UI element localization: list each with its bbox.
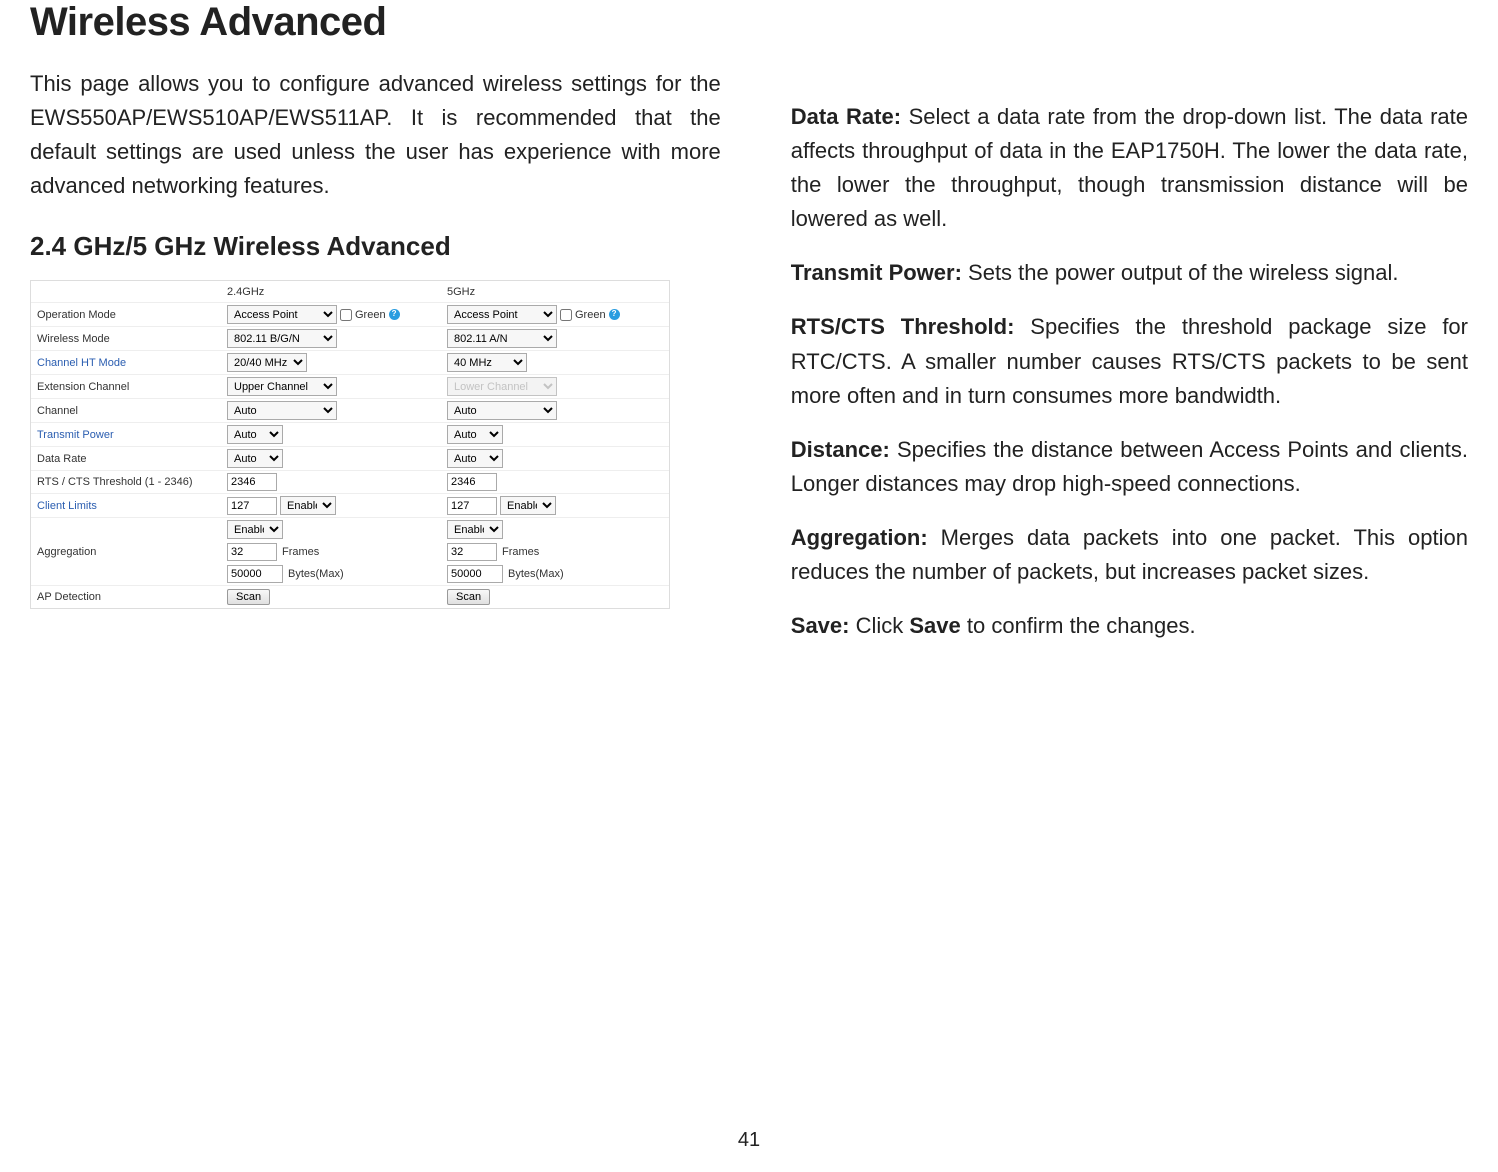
label-operation-mode: Operation Mode (31, 309, 227, 321)
info-icon[interactable] (609, 309, 620, 320)
rts-paragraph: RTS/CTS Threshold: Specifies the thresho… (791, 310, 1468, 412)
agg-frames-5-input[interactable] (447, 543, 497, 561)
row-transmit-power: Transmit Power Auto Auto (31, 423, 669, 447)
bytes-label: Bytes(Max) (508, 568, 564, 580)
channel-5-select[interactable]: Auto (447, 401, 557, 420)
save-paragraph: Save: Click Save to confirm the changes. (791, 609, 1468, 643)
aggregation-paragraph: Aggregation: Merges data packets into on… (791, 521, 1468, 589)
transmit-power-24-select[interactable]: Auto (227, 425, 283, 444)
row-wireless-mode: Wireless Mode 802.11 B/G/N 802.11 A/N (31, 327, 669, 351)
label-wireless-mode: Wireless Mode (31, 333, 227, 345)
aggregation-24-enable-select[interactable]: Enable (227, 520, 283, 539)
section-heading: 2.4 GHz/5 GHz Wireless Advanced (30, 231, 721, 262)
row-rts: RTS / CTS Threshold (1 - 2346) (31, 471, 669, 494)
operation-mode-5-select[interactable]: Access Point (447, 305, 557, 324)
data-rate-paragraph: Data Rate: Select a data rate from the d… (791, 100, 1468, 236)
client-limits-5-enable-select[interactable]: Enable (500, 496, 556, 515)
distance-paragraph: Distance: Specifies the distance between… (791, 433, 1468, 501)
aggregation-term: Aggregation: (791, 525, 928, 550)
ext-channel-24-select[interactable]: Upper Channel (227, 377, 337, 396)
rts-term: RTS/CTS Threshold: (791, 314, 1015, 339)
green-5-label: Green (575, 309, 606, 321)
agg-bytes-5-input[interactable] (447, 565, 503, 583)
ext-channel-5-select: Lower Channel (447, 377, 557, 396)
wireless-mode-5-select[interactable]: 802.11 A/N (447, 329, 557, 348)
aggregation-5-enable-select[interactable]: Enable (447, 520, 503, 539)
label-channel: Channel (31, 405, 227, 417)
row-data-rate: Data Rate Auto Auto (31, 447, 669, 471)
save-term: Save: (791, 613, 850, 638)
label-channel-ht: Channel HT Mode (31, 357, 227, 369)
row-operation-mode: Operation Mode Access Point Green Access… (31, 303, 669, 327)
row-channel: Channel Auto Auto (31, 399, 669, 423)
row-channel-ht: Channel HT Mode 20/40 MHz 40 MHz (31, 351, 669, 375)
transmit-power-5-select[interactable]: Auto (447, 425, 503, 444)
channel-ht-24-select[interactable]: 20/40 MHz (227, 353, 307, 372)
frames-label: Frames (502, 546, 539, 558)
client-limits-5-input[interactable] (447, 497, 497, 515)
operation-mode-24-select[interactable]: Access Point (227, 305, 337, 324)
green-5-checkbox[interactable] (560, 309, 572, 321)
row-extension-channel: Extension Channel Upper Channel Lower Ch… (31, 375, 669, 399)
data-rate-term: Data Rate: (791, 104, 901, 129)
channel-ht-5-select[interactable]: 40 MHz (447, 353, 527, 372)
client-limits-24-input[interactable] (227, 497, 277, 515)
label-extension-channel: Extension Channel (31, 381, 227, 393)
data-rate-5-select[interactable]: Auto (447, 449, 503, 468)
info-icon[interactable] (389, 309, 400, 320)
wireless-mode-24-select[interactable]: 802.11 B/G/N (227, 329, 337, 348)
label-client-limits: Client Limits (31, 500, 227, 512)
green-24-label: Green (355, 309, 386, 321)
row-aggregation-frames: Aggregation Frames Frames (31, 541, 669, 563)
transmit-power-paragraph: Transmit Power: Sets the power output of… (791, 256, 1468, 290)
row-aggregation-bytes: Bytes(Max) Bytes(Max) (31, 563, 669, 586)
channel-24-select[interactable]: Auto (227, 401, 337, 420)
bytes-label: Bytes(Max) (288, 568, 344, 580)
config-header-row: . 2.4GHz 5GHz (31, 281, 669, 303)
client-limits-24-enable-select[interactable]: Enable (280, 496, 336, 515)
col-5ghz-header: 5GHz (447, 286, 667, 298)
row-aggregation-enable: Enable Enable (31, 518, 669, 541)
intro-paragraph: This page allows you to configure advanc… (30, 67, 721, 203)
rts-24-input[interactable] (227, 473, 277, 491)
row-ap-detection: AP Detection Scan Scan (31, 586, 669, 608)
page-number: 41 (0, 1129, 1498, 1152)
distance-term: Distance: (791, 437, 890, 462)
config-screenshot: . 2.4GHz 5GHz Operation Mode Access Poin… (30, 280, 670, 609)
agg-frames-24-input[interactable] (227, 543, 277, 561)
label-transmit-power: Transmit Power (31, 429, 227, 441)
row-client-limits: Client Limits Enable Enable (31, 494, 669, 518)
rts-5-input[interactable] (447, 473, 497, 491)
agg-bytes-24-input[interactable] (227, 565, 283, 583)
col-24ghz-header: 2.4GHz (227, 286, 447, 298)
label-rts: RTS / CTS Threshold (1 - 2346) (31, 476, 227, 488)
label-data-rate: Data Rate (31, 453, 227, 465)
frames-label: Frames (282, 546, 319, 558)
data-rate-24-select[interactable]: Auto (227, 449, 283, 468)
scan-5-button[interactable]: Scan (447, 589, 490, 605)
page-title: Wireless Advanced (30, 0, 721, 45)
scan-24-button[interactable]: Scan (227, 589, 270, 605)
transmit-power-term: Transmit Power: (791, 260, 962, 285)
label-ap-detection: AP Detection (31, 591, 227, 603)
label-aggregation: Aggregation (31, 546, 227, 558)
green-24-checkbox[interactable] (340, 309, 352, 321)
